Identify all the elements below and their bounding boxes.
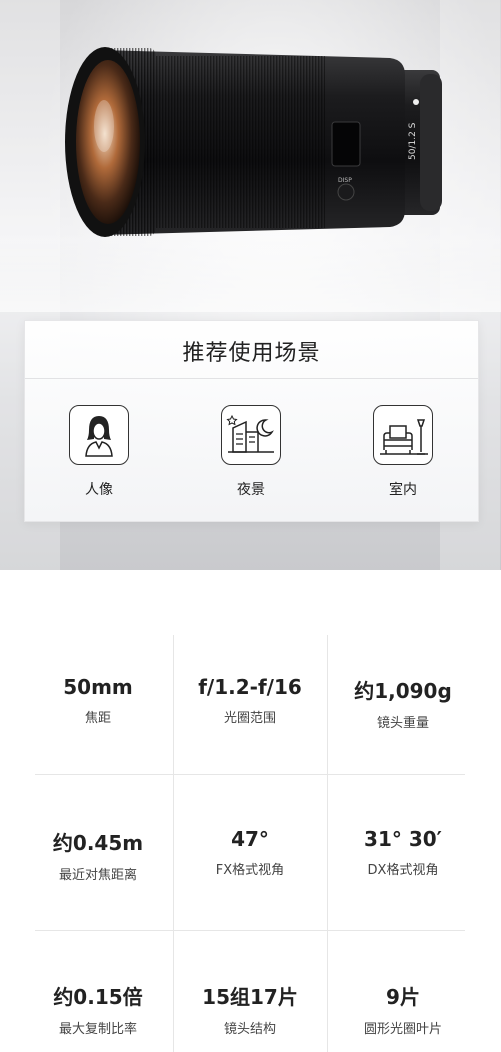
spec-min-focus-distance: 约0.45m 最近对焦距离 — [23, 827, 173, 883]
spec-value: 47° — [231, 827, 269, 851]
night-scene-icon — [221, 405, 281, 465]
scene-portrait: 人像 — [54, 405, 144, 505]
spec-label: 镜头结构 — [223, 1022, 276, 1037]
spec-label: 最大复制比率 — [58, 1022, 137, 1037]
scene-indoor: 室内 — [358, 405, 448, 505]
spec-lens-weight: 约1,090g 镜头重量 — [328, 675, 478, 731]
spec-label: DX格式视角 — [367, 863, 439, 878]
grid-divider — [173, 635, 174, 1052]
spec-label: 镜头重量 — [376, 716, 429, 731]
spec-aperture-blades: 9片 圆形光圈叶片 — [328, 981, 478, 1037]
spec-fx-angle: 47° FX格式视角 — [175, 827, 325, 878]
scene-label-indoor: 室内 — [389, 482, 417, 498]
spec-value: 约0.15倍 — [53, 985, 143, 1009]
spec-label: 圆形光圈叶片 — [363, 1022, 442, 1037]
lens-image: DISP 50/1.2 S — [65, 47, 442, 237]
spec-label: 焦距 — [84, 711, 111, 726]
product-hero: DISP 50/1.2 S 推荐使用场景 人像 夜景 室内 — [0, 0, 501, 570]
indoor-icon — [373, 405, 433, 465]
spec-label: FX格式视角 — [215, 863, 285, 878]
scene-label-night: 夜景 — [237, 482, 265, 498]
spec-lens-construction: 15组17片 镜头结构 — [175, 981, 325, 1037]
grid-divider — [35, 774, 465, 775]
grid-divider — [35, 930, 465, 931]
spec-value: f/1.2-f/16 — [198, 675, 302, 699]
spec-value: 15组17片 — [202, 985, 298, 1009]
spec-max-reproduction-ratio: 约0.15倍 最大复制比率 — [23, 981, 173, 1037]
scene-night: 夜景 — [206, 405, 296, 505]
recommended-scenes-title: 推荐使用场景 — [182, 341, 321, 366]
spec-value: 31° 30′ — [364, 827, 442, 851]
spec-dx-angle: 31° 30′ DX格式视角 — [328, 827, 478, 878]
disp-button-label: DISP — [338, 177, 352, 184]
spec-value: 50mm — [63, 675, 133, 699]
card-divider — [25, 378, 478, 379]
spec-value: 9片 — [386, 985, 420, 1009]
spec-aperture-range: f/1.2-f/16 光圈范围 — [175, 675, 325, 726]
lens-marking: 50/1.2 S — [408, 122, 418, 160]
spec-value: 约0.45m — [52, 831, 144, 855]
spec-label: 光圈范围 — [223, 711, 276, 726]
spec-value: 约1,090g — [354, 679, 452, 703]
spec-grid: 50mm 焦距 f/1.2-f/16 光圈范围 约1,090g 镜头重量 约0.… — [0, 635, 501, 1052]
recommended-scenes-card: 推荐使用场景 人像 夜景 室内 — [24, 320, 479, 522]
scene-label-portrait: 人像 — [85, 482, 113, 498]
spec-focal-length: 50mm 焦距 — [23, 675, 173, 726]
portrait-icon — [69, 405, 129, 465]
spec-label: 最近对焦距离 — [58, 868, 137, 883]
